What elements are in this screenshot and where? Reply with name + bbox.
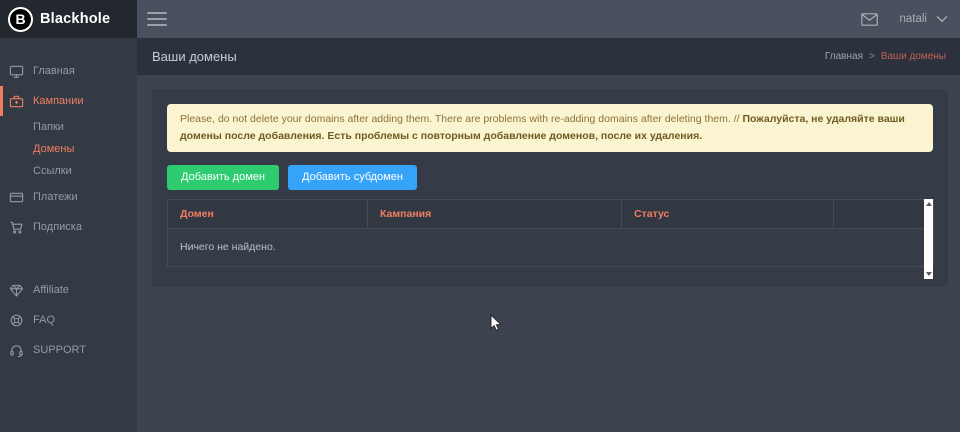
- sidebar-item-label: Платежи: [33, 191, 78, 203]
- breadcrumb: Главная > Ваши домены: [825, 51, 946, 62]
- table-header-row: Домен Кампания Статус: [168, 199, 934, 228]
- warning-alert: Please, do not delete your domains after…: [167, 104, 933, 152]
- column-header-domain[interactable]: Домен: [168, 199, 368, 228]
- page-title: Ваши домены: [152, 49, 237, 64]
- content-area: Please, do not delete your domains after…: [137, 75, 960, 432]
- domains-panel: Please, do not delete your domains after…: [152, 89, 948, 287]
- chevron-down-icon: [936, 15, 948, 23]
- topbar: natali: [137, 0, 960, 38]
- brand-name: Blackhole: [40, 11, 110, 27]
- headset-icon: [9, 343, 24, 358]
- envelope-icon: [861, 13, 878, 26]
- breadcrumb-home[interactable]: Главная: [825, 51, 863, 62]
- sidebar-item-payments[interactable]: Платежи: [0, 182, 137, 212]
- scroll-down-icon[interactable]: [926, 272, 932, 276]
- table-row: Ничего не найдено.: [168, 228, 934, 266]
- sidebar: B Blackhole Главная Кампании Папки: [0, 0, 137, 432]
- sidebar-item-label: Папки: [33, 121, 64, 133]
- breadcrumb-separator: >: [869, 51, 875, 62]
- sidebar-item-label: Ссылки: [33, 165, 72, 177]
- add-subdomain-button[interactable]: Добавить субдомен: [288, 165, 417, 190]
- domains-table: Домен Кампания Статус Ничего не найдено.: [167, 199, 934, 267]
- add-domain-button[interactable]: Добавить домен: [167, 165, 279, 190]
- sidebar-item-label: FAQ: [33, 314, 55, 326]
- messages-button[interactable]: [861, 13, 878, 26]
- sidebar-item-faq[interactable]: FAQ: [0, 305, 137, 335]
- column-header-status[interactable]: Статус: [622, 199, 834, 228]
- lifebuoy-icon: [9, 313, 24, 328]
- sidebar-toggle-button[interactable]: [147, 12, 167, 26]
- sidebar-gap: [0, 242, 137, 275]
- sidebar-item-main[interactable]: Главная: [0, 56, 137, 86]
- user-name: natali: [900, 13, 928, 25]
- sidebar-item-links[interactable]: Ссылки: [0, 160, 137, 182]
- column-header-campaign[interactable]: Кампания: [368, 199, 622, 228]
- sidebar-item-label: Кампании: [33, 95, 84, 107]
- column-header-actions: [834, 199, 934, 228]
- sidebar-item-label: Главная: [33, 65, 75, 77]
- credit-card-icon: [9, 190, 24, 205]
- actions-row: Добавить домен Добавить субдомен: [167, 165, 933, 190]
- brand-logo-icon: B: [8, 7, 33, 32]
- sidebar-item-support[interactable]: SUPPORT: [0, 335, 137, 365]
- briefcase-icon: [9, 94, 24, 109]
- sidebar-item-campaigns[interactable]: Кампании: [0, 86, 137, 116]
- empty-state-text: Ничего не найдено.: [168, 228, 934, 266]
- sidebar-item-label: Домены: [33, 143, 74, 155]
- sidebar-item-subscription[interactable]: Подписка: [0, 212, 137, 242]
- sidebar-item-label: Affiliate: [33, 284, 69, 296]
- sidebar-item-folders[interactable]: Папки: [0, 116, 137, 138]
- breadcrumb-current: Ваши домены: [881, 51, 946, 62]
- hamburger-icon: [147, 12, 167, 14]
- sidebar-item-affiliate[interactable]: Affiliate: [0, 275, 137, 305]
- table-scrollbar[interactable]: [924, 199, 933, 279]
- scroll-up-icon[interactable]: [926, 202, 932, 206]
- sidebar-item-label: SUPPORT: [33, 344, 86, 356]
- sidebar-item-label: Подписка: [33, 221, 82, 233]
- cart-icon: [9, 220, 24, 235]
- monitor-icon: [9, 64, 24, 79]
- alert-text-en: Please, do not delete your domains after…: [180, 113, 740, 125]
- sidebar-item-domains[interactable]: Домены: [0, 138, 137, 160]
- sidebar-nav: Главная Кампании Папки Домены Ссылки: [0, 38, 137, 365]
- logo[interactable]: B Blackhole: [0, 0, 137, 38]
- user-menu[interactable]: natali: [900, 13, 949, 25]
- page-header: Ваши домены Главная > Ваши домены: [137, 38, 960, 75]
- diamond-icon: [9, 283, 24, 298]
